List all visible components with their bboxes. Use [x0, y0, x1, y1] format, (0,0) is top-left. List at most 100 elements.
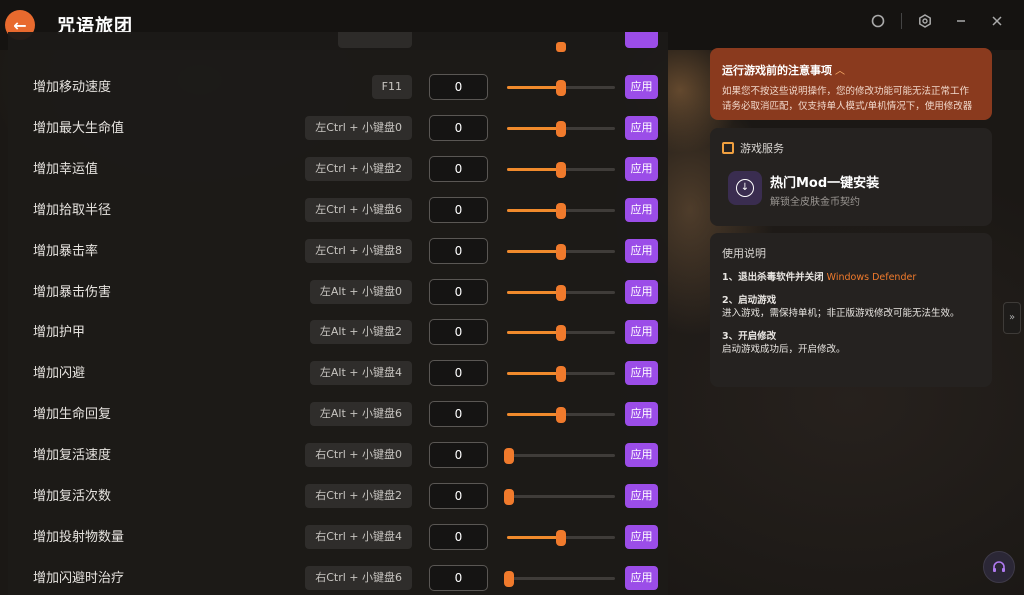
apply-button[interactable]: 应用: [625, 115, 658, 140]
value-input[interactable]: 0: [429, 564, 488, 591]
notice-heading[interactable]: 运行游戏前的注意事项 ︿: [722, 59, 980, 78]
hotkey-button[interactable]: 左Alt + 小键盘4: [309, 361, 412, 386]
value-slider[interactable]: [504, 570, 615, 587]
value-input[interactable]: 0: [429, 237, 488, 264]
value-input[interactable]: 0: [429, 278, 488, 305]
value-slider[interactable]: [507, 202, 615, 219]
hotkey-button[interactable]: 右Ctrl + 小键盘6: [305, 565, 412, 590]
value-input[interactable]: 0: [429, 483, 488, 509]
cheat-label: 增加生命回复: [33, 407, 112, 423]
cheat-label: 增加护甲: [33, 325, 86, 341]
slider-thumb[interactable]: [504, 570, 514, 587]
value-slider[interactable]: [507, 80, 615, 96]
value-input[interactable]: 0: [429, 401, 488, 428]
value-input[interactable]: 0: [429, 319, 488, 346]
value-slider[interactable]: [504, 489, 615, 505]
value-input[interactable]: 0: [429, 523, 488, 550]
slider-thumb[interactable]: [556, 407, 566, 424]
slider-thumb[interactable]: [556, 284, 566, 301]
cheat-row: 增加投射物数量 右Ctrl + 小键盘4 0 应用: [8, 517, 668, 558]
slider-thumb[interactable]: [556, 243, 566, 260]
slider-thumb[interactable]: [556, 120, 566, 137]
guide-step-1: 1、退出杀毒软件并关闭 Windows Defender: [722, 271, 980, 284]
apply-button[interactable]: 应用: [625, 484, 658, 508]
cheat-list-panel[interactable]: 增加移动速度 F11 0 应用 增加最大生命值 左Ctrl + 小键盘0 0 应用 增加幸运值左…: [8, 32, 668, 595]
guide-step-2: 2、启动游戏 进入游戏，需保持单机；非正版游戏修改可能无法生效。: [722, 294, 980, 320]
hotkey-button[interactable]: 右Ctrl + 小键盘2: [305, 484, 412, 508]
cheat-label: 增加幸运值: [33, 161, 99, 177]
apply-button[interactable]: 应用: [625, 320, 658, 345]
value-slider[interactable]: [507, 284, 615, 301]
apply-button[interactable]: 应用: [625, 565, 658, 590]
apply-button[interactable]: 应用: [625, 279, 658, 304]
slider-thumb[interactable]: [504, 448, 514, 465]
apply-button[interactable]: 应用: [625, 197, 658, 222]
cheat-row: 增加护甲 左Alt + 小键盘2 0 应用: [8, 312, 668, 353]
partial-slider-thumb: [556, 42, 566, 52]
partial-row: [8, 32, 668, 54]
chevron-right-icon[interactable]: »: [1003, 302, 1021, 334]
minimize-icon[interactable]: [948, 8, 974, 34]
mod-title[interactable]: 热门Mod一键安装: [770, 172, 879, 191]
hotkey-button[interactable]: 左Ctrl + 小键盘0: [305, 115, 412, 140]
value-slider[interactable]: [507, 243, 615, 260]
hotkey-button[interactable]: 右Ctrl + 小键盘4: [305, 524, 412, 549]
hotkey-button[interactable]: 左Ctrl + 小键盘6: [305, 197, 412, 222]
cheat-label: 增加投射物数量: [33, 529, 125, 545]
value-input[interactable]: 0: [429, 442, 488, 469]
cheat-row: 增加拾取半径 左Ctrl + 小键盘6 0 应用: [8, 190, 668, 231]
apply-button[interactable]: 应用: [625, 524, 658, 549]
slider-thumb[interactable]: [556, 202, 566, 219]
apply-button[interactable]: 应用: [625, 75, 658, 99]
value-slider[interactable]: [507, 407, 615, 424]
slider-thumb[interactable]: [556, 529, 566, 546]
slider-fill: [507, 126, 561, 130]
window-controls: [865, 8, 1010, 34]
mod-install-button[interactable]: ↓: [728, 171, 762, 205]
cheat-label: 增加闪避时治疗: [33, 570, 125, 586]
apply-button[interactable]: 应用: [625, 402, 658, 427]
slider-fill: [507, 535, 561, 539]
value-slider[interactable]: [507, 120, 615, 137]
hotkey-button[interactable]: 左Ctrl + 小键盘2: [305, 156, 412, 181]
guide-step-1-accent: Windows Defender: [826, 272, 917, 283]
slider-thumb[interactable]: [556, 325, 566, 342]
value-slider[interactable]: [507, 161, 615, 178]
value-slider[interactable]: [507, 529, 615, 546]
value-slider[interactable]: [507, 366, 615, 383]
notice-card: 运行游戏前的注意事项 ︿ 如果您不按这些说明操作，您的修改功能可能无法正常工作 请…: [710, 48, 992, 120]
hotkey-button[interactable]: F11: [371, 75, 412, 99]
apply-button[interactable]: 应用: [625, 238, 658, 263]
cheat-row: 增加移动速度 F11 0 应用: [8, 67, 668, 108]
guide-heading: 使用说明: [722, 247, 766, 260]
apply-button[interactable]: 应用: [625, 443, 658, 468]
hotkey-button[interactable]: 左Alt + 小键盘6: [309, 402, 412, 427]
value-input[interactable]: 0: [429, 196, 488, 223]
slider-thumb[interactable]: [556, 366, 566, 383]
hotkey-button[interactable]: 右Ctrl + 小键盘0: [305, 443, 412, 468]
value-input[interactable]: 0: [429, 114, 488, 141]
slider-thumb[interactable]: [556, 80, 566, 96]
settings-icon[interactable]: [912, 8, 938, 34]
value-input[interactable]: 0: [429, 360, 488, 387]
hotkey-button[interactable]: 左Ctrl + 小键盘8: [305, 238, 412, 263]
cheat-row: 增加复活速度 右Ctrl + 小键盘0 0 应用: [8, 435, 668, 476]
close-icon[interactable]: [984, 8, 1010, 34]
apply-button[interactable]: 应用: [625, 156, 658, 181]
slider-thumb[interactable]: [556, 161, 566, 178]
hotkey-button[interactable]: 左Alt + 小键盘2: [309, 320, 412, 345]
headset-icon: [993, 561, 1005, 572]
value-input[interactable]: 0: [429, 155, 488, 182]
hotkey-button[interactable]: 左Alt + 小键盘0: [309, 279, 412, 304]
headset-support-button[interactable]: [983, 551, 1015, 583]
value-input[interactable]: 0: [429, 74, 488, 100]
cheat-label: 增加复活次数: [33, 489, 112, 504]
user-icon[interactable]: [865, 8, 891, 34]
value-slider[interactable]: [507, 325, 615, 342]
chevron-up-icon: ︿: [835, 66, 845, 77]
value-slider[interactable]: [504, 448, 615, 465]
apply-button[interactable]: 应用: [625, 361, 658, 386]
cheat-label: 增加暴击伤害: [33, 284, 112, 300]
slider-thumb[interactable]: [504, 489, 514, 505]
slider-fill: [507, 249, 561, 253]
